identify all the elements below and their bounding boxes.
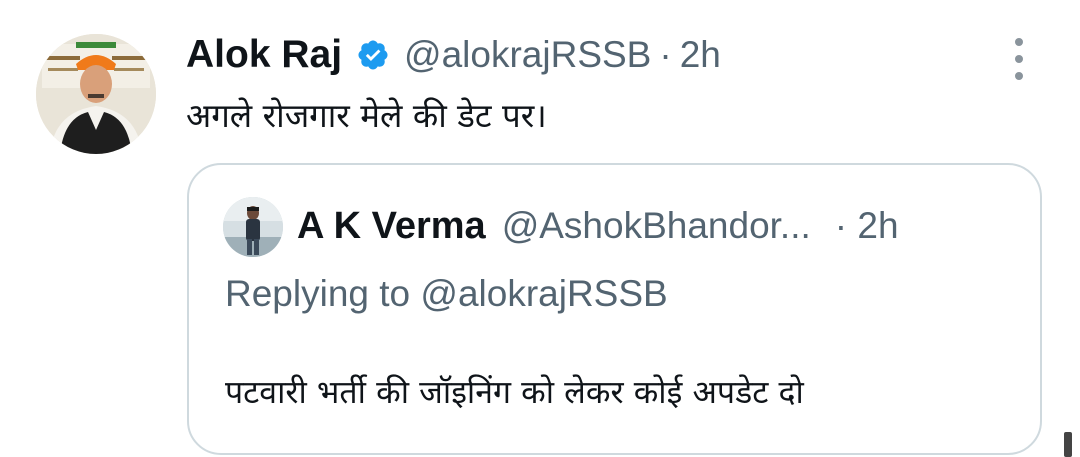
tweet-header: Alok Raj @alokrajRSSB · 2h — [186, 30, 721, 80]
more-options-icon[interactable] — [1005, 38, 1033, 80]
scrollbar-thumb[interactable] — [1064, 432, 1072, 457]
author-name[interactable]: Alok Raj — [186, 33, 342, 77]
quoted-author-name[interactable]: A K Verma — [297, 205, 486, 248]
tweet-text: अगले रोजगार मेले की डेट पर। — [186, 96, 547, 135]
quoted-tweet-header: A K Verma @AshokBhandor... · 2h — [297, 201, 899, 251]
more-dot — [1015, 38, 1023, 46]
quoted-author-avatar[interactable] — [223, 197, 283, 257]
tweet-timestamp[interactable]: 2h — [680, 34, 721, 76]
separator-dot: · — [659, 34, 672, 75]
replying-to-label: Replying to @alokrajRSSB — [225, 273, 668, 314]
quoted-author-handle[interactable]: @AshokBhandor... — [502, 205, 811, 247]
more-dot — [1015, 72, 1023, 80]
quoted-tweet-card[interactable]: A K Verma @AshokBhandor... · 2h Replying… — [187, 163, 1042, 455]
author-avatar[interactable] — [36, 34, 156, 154]
author-handle[interactable]: @alokrajRSSB — [404, 34, 651, 76]
more-dot — [1015, 55, 1023, 63]
quoted-tweet-text: पटवारी भर्ती की जॉइनिंग को लेकर कोई अपडे… — [225, 373, 804, 411]
quoted-tweet-timestamp[interactable]: · 2h — [835, 205, 899, 247]
verified-badge-icon — [356, 38, 390, 72]
